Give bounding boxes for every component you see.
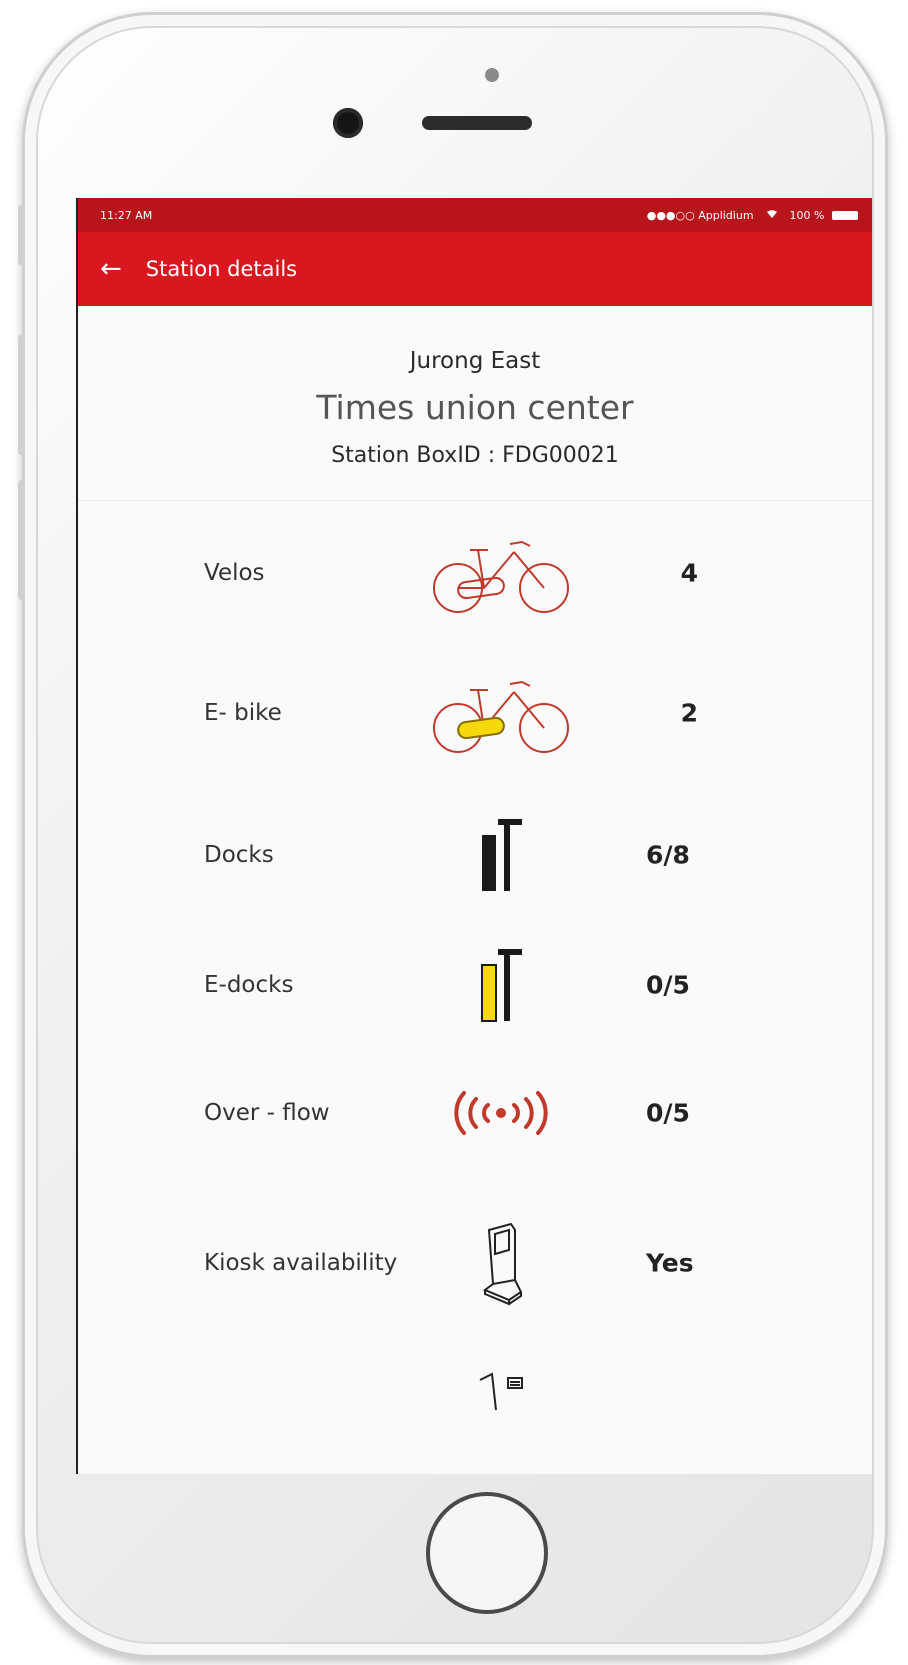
battery-group: 100 % bbox=[790, 209, 858, 222]
earpiece-speaker bbox=[422, 116, 532, 130]
station-header: Jurong East Times union center Station B… bbox=[78, 306, 872, 501]
volume-up-button bbox=[18, 335, 24, 455]
status-bar: 11:27 AM ●●●○○ Applidium 100 % bbox=[78, 198, 872, 232]
kiosk-card-icon bbox=[470, 1370, 550, 1410]
carrier-label: ●●●○○ Applidium bbox=[646, 208, 754, 222]
detail-label: Velos bbox=[204, 560, 265, 586]
home-button[interactable] bbox=[426, 1492, 548, 1614]
detail-label: Over - flow bbox=[204, 1100, 330, 1126]
e-bike-icon bbox=[416, 668, 586, 758]
bicycle-icon bbox=[416, 528, 586, 618]
front-camera bbox=[333, 108, 363, 138]
arrow-left-icon[interactable]: ← bbox=[100, 256, 122, 282]
dock-icon bbox=[416, 810, 586, 900]
detail-row-kiosk: Kiosk availability Yes bbox=[78, 1218, 872, 1308]
detail-value: 0/5 bbox=[646, 970, 690, 1000]
station-name: Times union center bbox=[316, 388, 634, 427]
detail-row-velos: Velos 4 bbox=[78, 528, 872, 618]
page-title: Station details bbox=[145, 257, 298, 281]
detail-value: 0/5 bbox=[646, 1098, 690, 1128]
mute-switch bbox=[18, 205, 24, 265]
battery-icon bbox=[832, 211, 858, 220]
detail-row-docks: Docks 6/8 bbox=[78, 810, 872, 900]
detail-value: 4 bbox=[680, 558, 698, 588]
detail-row-e-bike: E- bike 2 bbox=[78, 668, 872, 758]
detail-label: E- bike bbox=[204, 700, 282, 726]
detail-label: Docks bbox=[204, 842, 274, 868]
volume-down-button bbox=[18, 480, 24, 600]
status-right-group: ●●●○○ Applidium 100 % bbox=[647, 209, 858, 222]
detail-label: Kiosk availability bbox=[204, 1250, 398, 1276]
status-time: 11:27 AM bbox=[100, 208, 153, 222]
e-dock-icon bbox=[416, 940, 586, 1030]
app-bar: ← Station details bbox=[78, 232, 872, 306]
detail-row-overflow: Over - flow 0/5 bbox=[78, 1068, 872, 1158]
proximity-sensor bbox=[485, 68, 499, 82]
overflow-signal-icon bbox=[416, 1068, 586, 1158]
detail-value: 6/8 bbox=[646, 840, 690, 870]
kiosk-icon bbox=[416, 1218, 586, 1308]
station-box-id: Station BoxID : FDG00021 bbox=[331, 443, 619, 468]
detail-value: 2 bbox=[680, 698, 698, 728]
wifi-icon bbox=[766, 209, 778, 222]
battery-label: 100 % bbox=[789, 208, 825, 222]
app-screen: 11:27 AM ●●●○○ Applidium 100 % ← Station… bbox=[76, 198, 872, 1474]
detail-row-e-docks: E-docks 0/5 bbox=[78, 940, 872, 1030]
station-area: Jurong East bbox=[409, 348, 541, 374]
detail-label: E-docks bbox=[204, 972, 294, 998]
detail-value: Yes bbox=[646, 1248, 694, 1278]
